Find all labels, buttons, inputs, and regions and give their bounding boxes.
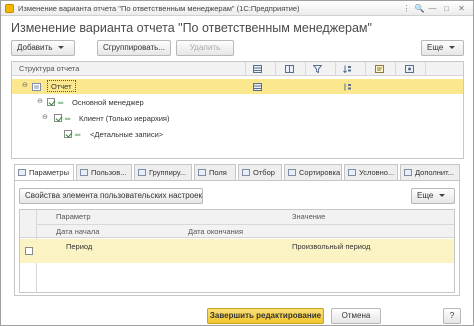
- page-title: Изменение варианта отчета "По ответствен…: [11, 21, 372, 35]
- column-end-date: Дата окончания: [188, 227, 244, 236]
- grouping-icon: ═: [65, 114, 71, 123]
- title-bar: Изменение варианта отчета "По ответствен…: [1, 1, 473, 16]
- structure-row-label: Основной менеджер: [72, 98, 144, 107]
- tab-label: Группиру...: [149, 168, 187, 177]
- tab-additional[interactable]: Дополнит...: [400, 164, 460, 180]
- finish-editing-button[interactable]: Завершить редактирование: [207, 308, 324, 324]
- parameter-name: Период: [66, 242, 93, 251]
- cancel-button[interactable]: Отмена: [331, 308, 381, 324]
- period-checkbox[interactable]: [25, 247, 33, 255]
- window-title: Изменение варианта отчета "По ответствен…: [18, 4, 300, 13]
- column-separator: [305, 62, 306, 76]
- column-separator: [425, 62, 426, 76]
- column-separator: [365, 62, 366, 76]
- sort-icon: [288, 169, 296, 176]
- structure-row-report[interactable]: ⊖ Отчет: [12, 79, 463, 94]
- collapse-icon: ⊖: [22, 82, 28, 89]
- settings-tabs: Параметры Пользов... Группиру... Поля От…: [14, 164, 460, 181]
- element-properties-button[interactable]: Свойства элемента пользовательских настр…: [19, 188, 203, 204]
- parameter-row-period[interactable]: Период Произвольный период: [20, 239, 454, 263]
- options-column-icon: [405, 65, 414, 73]
- chevron-down-icon: [439, 194, 446, 198]
- tab-conditional-format[interactable]: Условно...: [344, 164, 398, 180]
- group-button[interactable]: Сгруппировать...: [97, 40, 171, 56]
- structure-row-client[interactable]: ⊖ ═ Клиент (Только иерархия): [12, 111, 463, 126]
- sort-set-icon: [344, 83, 351, 91]
- conditional-format-column-icon: [375, 65, 384, 73]
- collapse-icon: ⊖: [37, 98, 43, 105]
- column-value: Значение: [292, 212, 326, 221]
- chevron-down-icon: [58, 46, 65, 50]
- structure-grid[interactable]: Структура отчета ⊖ Отчет ⊖ ═ Основной ме…: [11, 61, 464, 159]
- column-separator: [395, 62, 396, 76]
- more-button[interactable]: Еще: [421, 40, 464, 56]
- details-checkbox[interactable]: [64, 130, 72, 138]
- tab-label: Параметры: [29, 168, 69, 177]
- parameters-icon: [18, 169, 26, 176]
- column-separator: [335, 62, 336, 76]
- conditional-format-icon: [348, 169, 356, 176]
- add-button[interactable]: Добавить: [11, 40, 75, 56]
- delete-button[interactable]: Удалить: [176, 40, 234, 56]
- grouping-icon: ═: [58, 98, 64, 107]
- column-separator: [245, 62, 246, 76]
- more-button-label: Еще: [417, 191, 434, 200]
- parameters-grid[interactable]: Параметр Значение Дата начала Дата оконч…: [19, 209, 455, 293]
- tab-label: Условно...: [359, 168, 395, 177]
- column-separator: [275, 62, 276, 76]
- parameter-value: Произвольный период: [292, 242, 371, 251]
- tab-user-fields[interactable]: Пользов...: [76, 164, 132, 180]
- sort-column-icon: [343, 65, 351, 73]
- tab-filter[interactable]: Отбор: [238, 164, 282, 180]
- add-button-label: Добавить: [17, 43, 53, 52]
- tab-label: Сортировка: [299, 168, 341, 177]
- filter-column-icon: [313, 65, 322, 73]
- params-more-button[interactable]: Еще: [411, 188, 455, 204]
- collapse-icon: ⊖: [42, 114, 48, 121]
- tab-label: Дополнит...: [415, 168, 454, 177]
- fields-column-icon: [285, 65, 294, 73]
- structure-row-label: Клиент (Только иерархия): [79, 114, 170, 123]
- client-checkbox[interactable]: [54, 114, 62, 122]
- maximize-icon[interactable]: □: [441, 3, 452, 14]
- groupings-icon: [138, 169, 146, 176]
- search-icon[interactable]: 🔍: [414, 3, 425, 14]
- tab-sort[interactable]: Сортировка: [284, 164, 342, 180]
- structure-row-details[interactable]: ═ <Детальные записи>: [12, 127, 463, 142]
- more-icon[interactable]: ⋮: [401, 3, 412, 14]
- tab-label: Поля: [209, 168, 227, 177]
- tab-groupings[interactable]: Группиру...: [134, 164, 192, 180]
- fields-icon: [198, 169, 206, 176]
- column-start-date: Дата начала: [56, 227, 100, 236]
- tab-label: Пользов...: [91, 168, 127, 177]
- chevron-down-icon: [449, 46, 456, 50]
- tab-fields[interactable]: Поля: [194, 164, 236, 180]
- manager-checkbox[interactable]: [47, 98, 55, 106]
- structure-row-manager[interactable]: ⊖ ═ Основной менеджер: [12, 95, 463, 110]
- report-icon: [32, 83, 41, 91]
- filter-icon: [242, 169, 250, 176]
- app-logo-icon: [5, 4, 14, 13]
- structure-row-label: Отчет: [47, 80, 76, 92]
- column-parameter: Параметр: [56, 212, 91, 221]
- structure-row-label: <Детальные записи>: [90, 130, 164, 139]
- grouping-icon: ═: [75, 130, 81, 139]
- header-divider: [36, 224, 454, 225]
- grouping-column-icon: [253, 65, 262, 73]
- more-button-label: Еще: [427, 43, 444, 52]
- additional-icon: [404, 169, 412, 176]
- tab-label: Отбор: [253, 168, 275, 177]
- parameters-panel: Свойства элемента пользовательских настр…: [14, 180, 460, 296]
- grouping-set-icon: [253, 83, 262, 91]
- minimize-icon[interactable]: —: [427, 3, 438, 14]
- tab-parameters[interactable]: Параметры: [14, 164, 74, 181]
- settings-window: Изменение варианта отчета "По ответствен…: [0, 0, 474, 326]
- close-icon[interactable]: ✕: [456, 3, 467, 14]
- help-button[interactable]: ?: [443, 308, 461, 324]
- user-fields-icon: [80, 169, 88, 176]
